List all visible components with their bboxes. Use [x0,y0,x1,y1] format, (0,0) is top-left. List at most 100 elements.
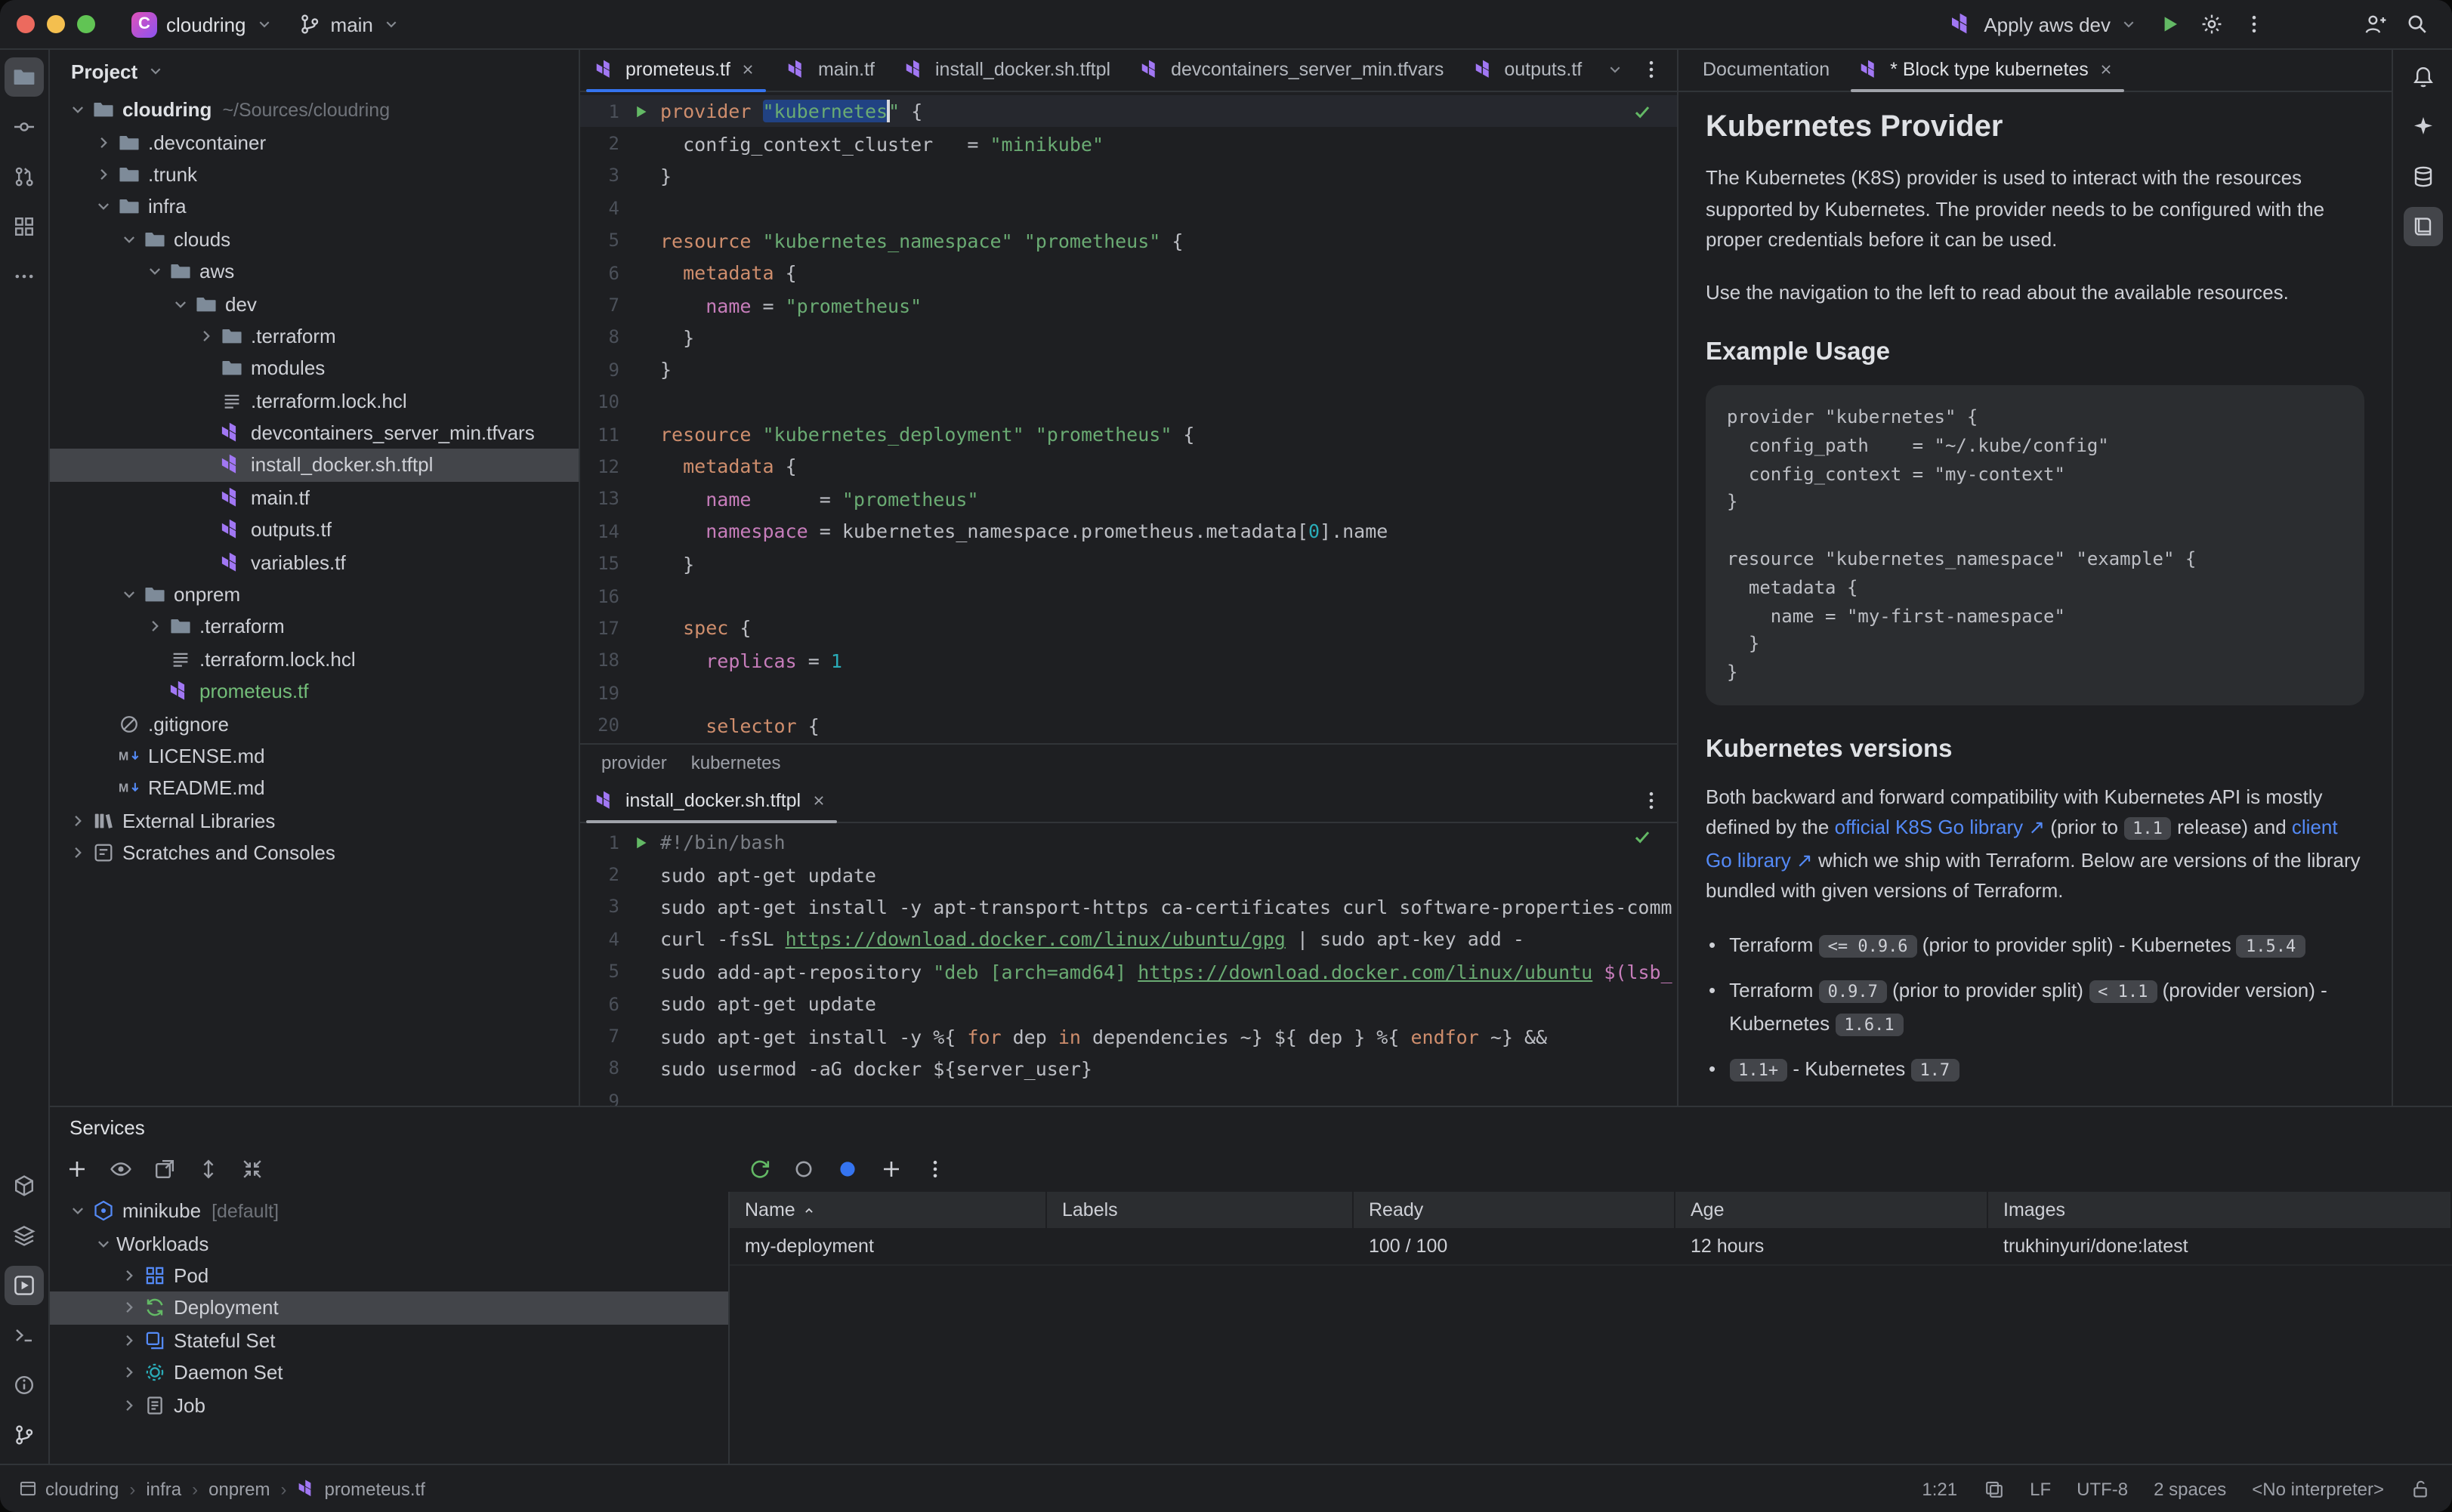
chevron-right-icon[interactable] [116,1331,142,1350]
pull-requests-button[interactable] [5,157,44,196]
tree-item-trunk[interactable]: .trunk [50,159,579,191]
split-editor[interactable]: 1#!/bin/bash2sudo apt-get update3sudo ap… [580,823,1677,1106]
statusbar-python-interpreter[interactable]: <No interpreter> [2252,1478,2384,1499]
run-button[interactable] [2150,5,2189,44]
tree-item-stateful-set[interactable]: Stateful Set [50,1324,728,1356]
tree-item-outputs-tf[interactable]: outputs.tf [50,514,579,546]
editor-options-button[interactable] [1635,784,1668,817]
editor-options-button[interactable] [1635,53,1668,86]
chevron-right-icon[interactable] [91,165,116,184]
doc-link[interactable]: official K8S Go library ↗ [1835,816,2046,839]
commit-button[interactable] [5,107,44,147]
chevron-right-icon[interactable] [116,1266,142,1285]
watch-button[interactable] [828,1149,867,1189]
inspections-ok-icon[interactable] [1632,101,1653,122]
tab-block-type-kubernetes[interactable]: * Block type kubernetes [1845,48,2131,91]
tree-item-terraform-lock-hcl[interactable]: .terraform.lock.hcl [50,384,579,417]
chevron-right-icon[interactable] [65,811,91,831]
expand-all-button[interactable] [189,1149,228,1189]
tree-item-external-libraries[interactable]: External Libraries [50,804,579,837]
chevron-right-icon[interactable] [193,326,219,346]
close-icon[interactable] [2098,60,2116,79]
database-button[interactable] [2403,157,2442,196]
open-in-new-window-button[interactable] [145,1149,184,1189]
dependencies-button[interactable] [5,1166,44,1205]
tab-prometeus-tf[interactable]: prometeus.tf [580,48,773,91]
tree-item-main-tf[interactable]: main.tf [50,481,579,514]
statusbar-encoding[interactable]: UTF-8 [2077,1478,2128,1499]
more-button[interactable] [916,1149,955,1189]
tree-item-terraform[interactable]: .terraform [50,611,579,643]
maximize-window-button[interactable] [77,15,95,33]
chevron-down-icon[interactable] [65,100,91,119]
main-editor[interactable]: 1provider "kubernetes" {2 config_context… [580,92,1677,743]
column-header-images[interactable]: Images [1988,1192,2452,1228]
chevron-right-icon[interactable] [116,1298,142,1318]
column-header-labels[interactable]: Labels [1047,1192,1354,1228]
tree-item-minikube[interactable]: minikube[default] [50,1195,728,1227]
chevron-right-icon[interactable] [116,1362,142,1382]
tree-item-devcontainers-server-min-tfvars[interactable]: devcontainers_server_min.tfvars [50,417,579,449]
tree-item-daemon-set[interactable]: Daemon Set [50,1356,728,1389]
tree-item-variables-tf[interactable]: variables.tf [50,546,579,579]
tree-item-onprem[interactable]: onprem [50,579,579,611]
statusbar-indentation[interactable]: 2 spaces [2154,1478,2226,1499]
column-header-ready[interactable]: Ready [1354,1192,1675,1228]
close-icon[interactable] [810,791,828,810]
tree-item-deployment[interactable]: Deployment [50,1291,728,1324]
column-header-name[interactable]: Name [730,1192,1047,1228]
tree-item-terraform[interactable]: .terraform [50,319,579,352]
tab-list-button[interactable] [1598,53,1632,86]
statusbar-layout[interactable] [1983,1478,2004,1499]
chevron-down-icon[interactable] [168,294,193,313]
ai-assistant-button[interactable] [2403,107,2442,147]
close-icon[interactable] [740,60,758,79]
terminal-button[interactable] [5,1316,44,1355]
search-everywhere-button[interactable] [2398,5,2437,44]
chevron-down-icon[interactable] [91,197,116,217]
add-account-button[interactable] [2355,5,2395,44]
tree-item-cloudring[interactable]: cloudring~/Sources/cloudring [50,94,579,126]
documentation-button[interactable] [2403,207,2442,246]
column-header-age[interactable]: Age [1675,1192,1988,1228]
tree-item-dev[interactable]: dev [50,288,579,320]
settings-button[interactable] [2192,5,2231,44]
tab-main-tf[interactable]: main.tf [773,48,890,91]
run-line-icon[interactable] [631,833,649,851]
statusbar-file-writable[interactable] [2410,1478,2431,1499]
view-options-button[interactable] [101,1149,141,1189]
collapse-all-button[interactable] [233,1149,272,1189]
breadcrumb-item-kubernetes[interactable]: kubernetes [691,751,781,773]
status-crumb-prometeus-tf[interactable]: prometeus.tf [297,1478,425,1499]
minimize-window-button[interactable] [47,15,65,33]
table-row[interactable]: my-deployment100 / 10012 hourstrukhinyur… [730,1228,2452,1266]
tree-item-gitignore[interactable]: .gitignore [50,708,579,740]
chevron-down-icon[interactable] [116,585,142,604]
services-button[interactable] [5,1266,44,1305]
structure-button[interactable] [5,207,44,246]
docker-button[interactable] [5,1216,44,1255]
tab-documentation[interactable]: Documentation [1688,48,1845,91]
statusbar-caret-position[interactable]: 1:21 [1922,1478,1957,1499]
tree-item-workloads[interactable]: Workloads [50,1227,728,1260]
tree-item-prometeus-tf[interactable]: prometeus.tf [50,675,579,708]
branch-selector[interactable]: main [286,8,412,41]
tree-item-modules[interactable]: modules [50,352,579,384]
run-config-selector[interactable]: Apply aws dev [1938,8,2150,41]
services-panel-header[interactable]: Services [50,1107,2452,1146]
chevron-right-icon[interactable] [116,1395,142,1415]
breadcrumb-item-provider[interactable]: provider [601,751,667,773]
stop-watch-button[interactable] [784,1149,823,1189]
tab-install-docker-sh-tftpl[interactable]: install_docker.sh.tftpl [890,48,1126,91]
tree-item-clouds[interactable]: clouds [50,223,579,255]
project-panel-header[interactable]: Project [50,48,579,94]
tree-item-pod[interactable]: Pod [50,1260,728,1292]
chevron-right-icon[interactable] [91,132,116,152]
tree-item-readme-md[interactable]: MREADME.md [50,772,579,804]
inspections-ok-icon[interactable] [1632,826,1653,847]
more-tool-windows-button[interactable] [5,257,44,296]
run-line-icon[interactable] [631,102,649,120]
status-crumb-onprem[interactable]: onprem [208,1478,270,1499]
tree-item-infra[interactable]: infra [50,190,579,223]
problems-button[interactable] [5,1365,44,1405]
